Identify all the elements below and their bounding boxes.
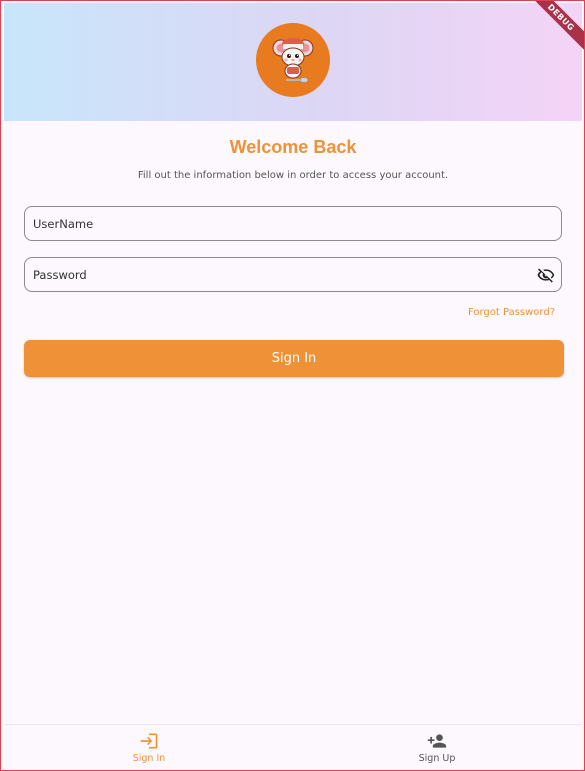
page-subtitle: Fill out the information below in order … (137, 170, 449, 181)
nav-item-sign-in[interactable]: Sign In (99, 731, 199, 764)
nav-label-sign-in: Sign In (132, 753, 166, 764)
login-icon (140, 733, 158, 749)
mouse-mascot-icon (272, 38, 314, 83)
page-title: Welcome Back (229, 137, 357, 157)
bottom-navigation: Sign In Sign Up (4, 724, 582, 769)
person-add-icon (427, 734, 447, 748)
header-banner (4, 3, 582, 121)
password-placeholder: Password (33, 268, 87, 282)
nav-label-sign-up: Sign Up (418, 753, 456, 764)
username-field[interactable]: UserName (24, 206, 562, 241)
signin-form: Welcome Back Fill out the information be… (4, 121, 582, 724)
app-window: DEBUG Welcome Back Fill out the informat… (0, 0, 585, 771)
signin-button[interactable]: Sign In (24, 340, 564, 377)
app-logo (256, 23, 330, 97)
nav-item-sign-up[interactable]: Sign Up (387, 731, 487, 764)
username-placeholder: UserName (33, 217, 94, 231)
password-field[interactable]: Password (24, 257, 562, 292)
visibility-off-icon[interactable] (537, 266, 555, 284)
forgot-password-link[interactable]: Forgot Password? (468, 307, 555, 318)
